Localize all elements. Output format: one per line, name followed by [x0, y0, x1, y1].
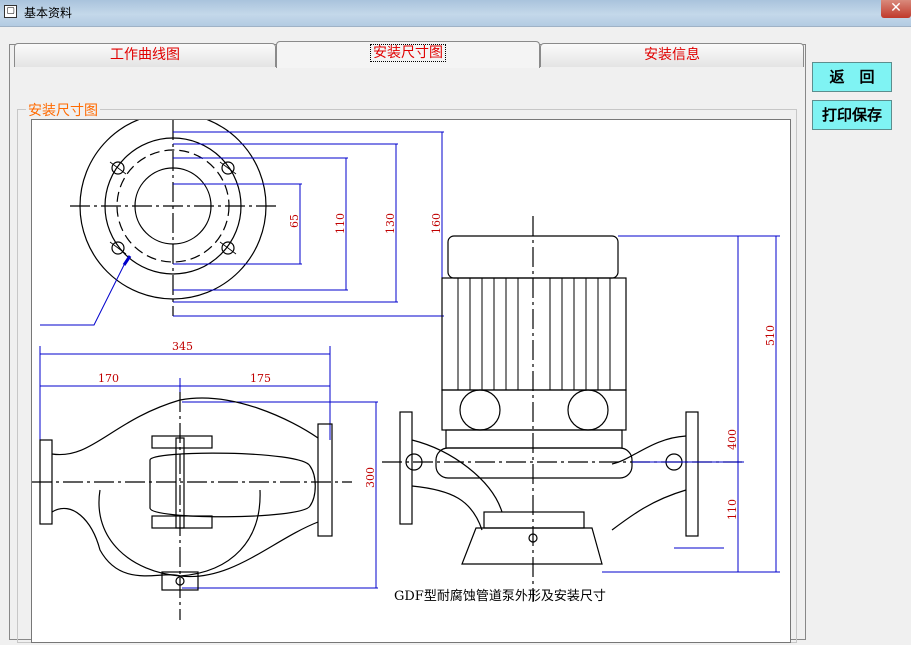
dim-300: 300	[364, 467, 377, 488]
close-button[interactable]: ✕	[881, 0, 911, 18]
dim-110: 110	[334, 213, 347, 234]
title-bar: ▢ 基本资料 ✕	[0, 0, 911, 26]
dim-65: 65	[288, 214, 301, 228]
dim-175: 175	[250, 372, 271, 385]
main-window: 工作曲线图 安装尺寸图 安装信息 安装尺寸图 返 回 打印保存 65 110 1…	[0, 26, 911, 645]
window-title: 基本资料	[24, 6, 73, 20]
tab-label: 工作曲线图	[110, 47, 180, 63]
tab-install-info[interactable]: 安装信息	[540, 43, 804, 67]
tab-install-dimensions[interactable]: 安装尺寸图	[276, 41, 540, 68]
dim-130: 130	[384, 213, 397, 234]
drawing-caption: GDF型耐腐蚀管道泵外形及安装尺寸	[394, 589, 606, 604]
tab-label: 安装信息	[644, 47, 700, 63]
dim-345: 345	[172, 340, 193, 353]
dim-400: 400	[726, 429, 739, 450]
print-save-button[interactable]: 打印保存	[812, 100, 892, 130]
tab-label: 安装尺寸图	[370, 44, 446, 62]
pump-drawing-svg: 65 110 130 160 345 170 175 300 510 400 1…	[32, 120, 780, 620]
group-title: 安装尺寸图	[26, 100, 100, 120]
dim-160: 160	[430, 213, 443, 234]
app-icon: ▢	[4, 5, 17, 18]
dim-170: 170	[98, 372, 119, 385]
back-button[interactable]: 返 回	[812, 62, 892, 92]
dim-510: 510	[764, 325, 777, 346]
tab-work-curve[interactable]: 工作曲线图	[14, 43, 276, 67]
installation-drawing: 65 110 130 160 345 170 175 300 510 400 1…	[31, 119, 791, 643]
dim-110-base: 110	[726, 499, 739, 520]
